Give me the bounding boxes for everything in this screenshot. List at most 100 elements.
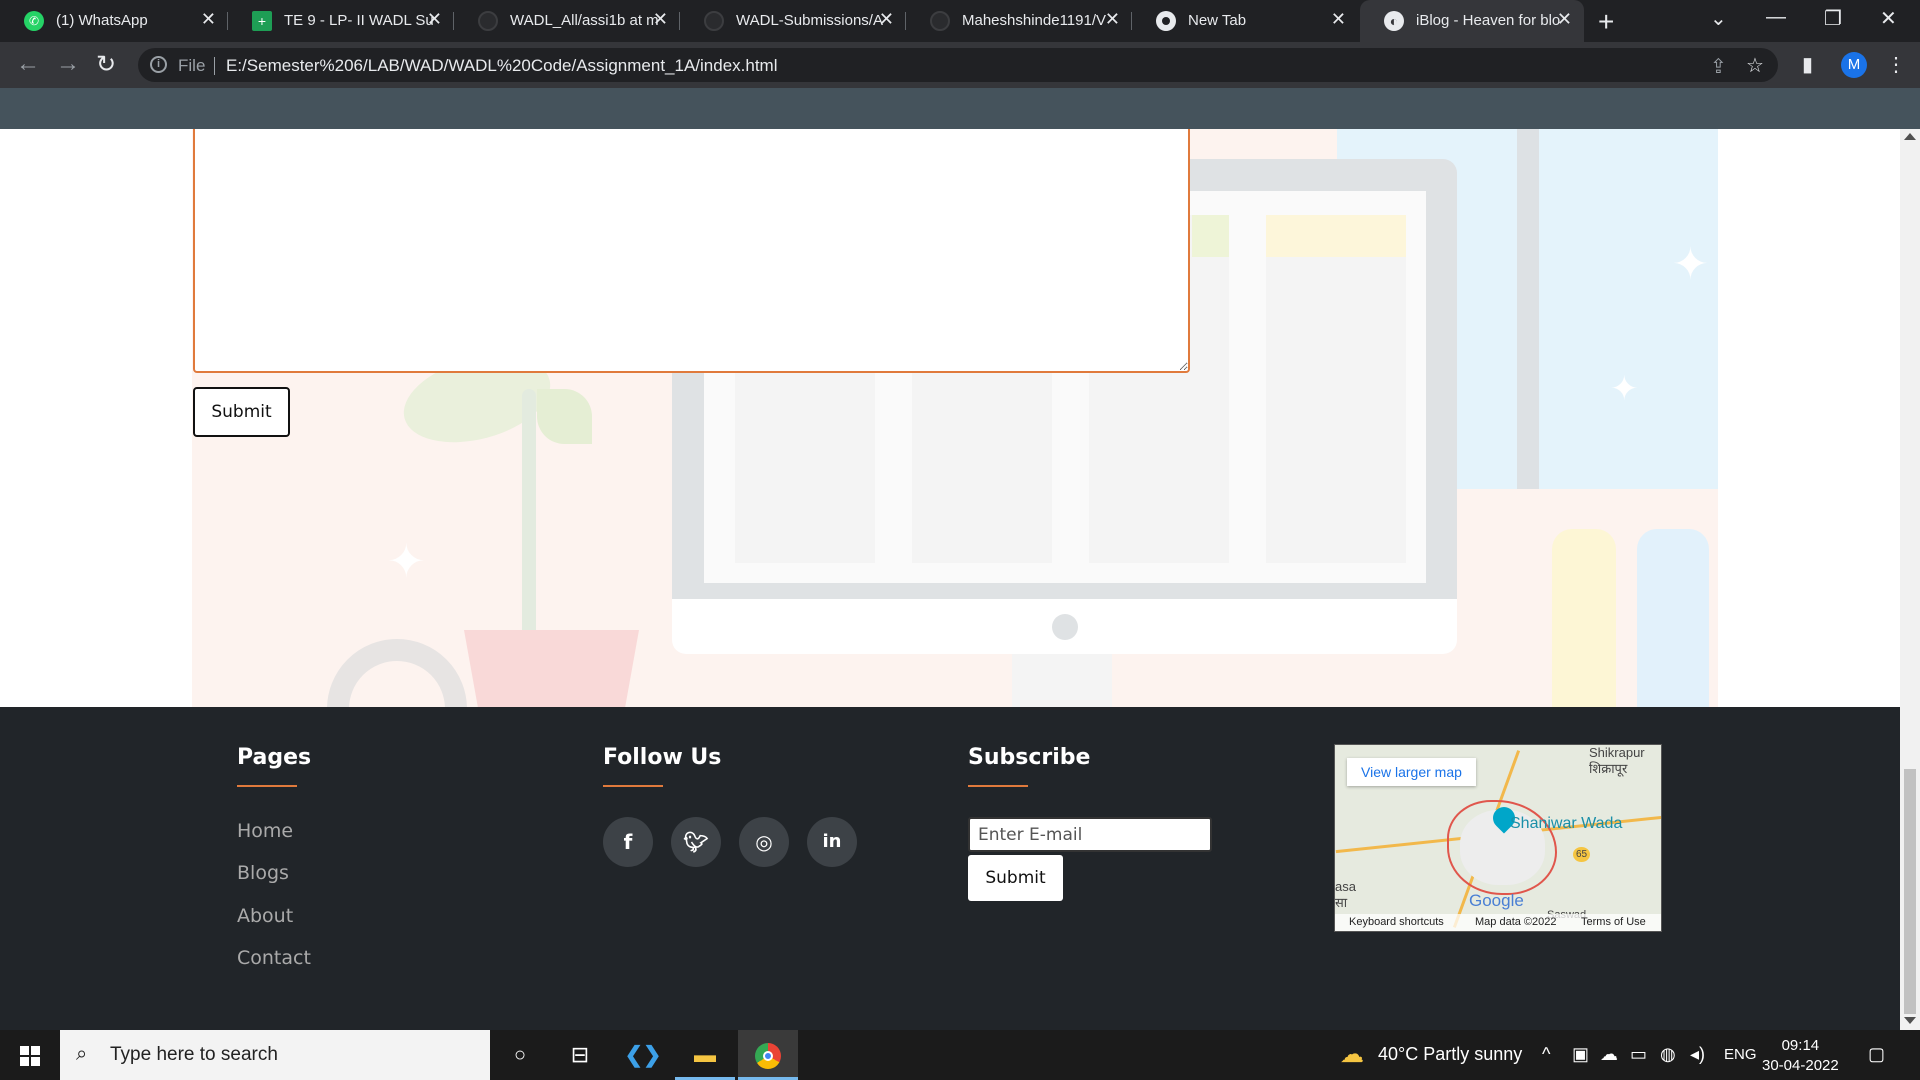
view-larger-map-link[interactable]: View larger map [1347,758,1476,786]
page-scrollbar[interactable] [1900,129,1920,1030]
footer-link-blogs[interactable]: Blogs [237,862,289,884]
onedrive-icon[interactable]: ☁ [1600,1044,1618,1065]
vscode-icon[interactable]: ❮❯ [613,1030,673,1080]
scrollbar-thumb[interactable] [1904,769,1916,1014]
battery-icon[interactable]: ▭ [1630,1044,1647,1065]
windows-start-icon[interactable] [20,1046,40,1066]
embedded-map[interactable]: Shaniwar Wada Shikrapur शिक्रापूर 65 asa… [1334,744,1662,932]
close-icon[interactable]: ✕ [1331,9,1346,30]
terms-of-use-link[interactable]: Terms of Use [1581,916,1646,928]
tab-github-2[interactable]: WADL-Submissions/A ✕ [680,0,906,42]
footer-link-home[interactable]: Home [237,820,293,842]
volume-icon[interactable]: ◂) [1690,1044,1705,1065]
google-logo: Google [1469,891,1524,910]
language-indicator[interactable]: ENG [1724,1046,1757,1063]
window-frame [1517,129,1539,489]
sparkle-icon: ✦ [1672,240,1709,289]
chrome-icon [1156,11,1176,31]
taskbar-search[interactable]: ⌕ Type here to search [60,1030,490,1080]
new-tab-button[interactable]: + [1598,6,1614,38]
map-town-label-local: शिक्रापूर [1589,761,1628,776]
cortana-icon[interactable]: ○ [490,1030,550,1080]
contact-section: ✦ ✦ ✦ Submit [0,129,1900,707]
instagram-icon[interactable]: ◎ [739,817,789,867]
map-town-label: Shikrapur [1589,745,1645,760]
footer-link-contact[interactable]: Contact [237,947,311,969]
monitor-column [1266,215,1406,563]
tab-github-3[interactable]: Maheshshinde1191/V ✕ [906,0,1132,42]
tab-title: WADL-Submissions/A [736,12,883,29]
menu-icon[interactable]: ⋮ [1886,52,1906,77]
forward-icon[interactable]: → [56,50,80,78]
footer-pages-heading: Pages [237,745,312,787]
bookmark-star-icon[interactable]: ☆ [1746,53,1764,78]
monitor-highlight [1192,215,1229,257]
map-area-label-local: सा [1335,895,1348,910]
tab-sheets[interactable]: + TE 9 - LP- II WADL Sul ✕ [228,0,454,42]
file-explorer-icon[interactable]: ▬ [675,1030,735,1080]
tab-iblog[interactable]: ◐ iBlog - Heaven for blo ✕ [1360,0,1584,42]
chevron-up-icon[interactable]: ^ [1542,1044,1550,1065]
windows-taskbar: ⌕ Type here to search ○ ⊟ ❮❯ ▬ ☁ 40°C Pa… [0,1030,1920,1080]
plant-leaf [537,389,592,444]
sparkle-icon: ✦ [387,535,426,587]
profile-avatar[interactable]: M [1841,52,1867,78]
github-icon [478,11,498,31]
tab-title: TE 9 - LP- II WADL Sul [284,12,434,29]
keyboard-shortcuts-link[interactable]: Keyboard shortcuts [1349,916,1444,928]
back-icon[interactable]: ← [16,50,40,78]
weather-text[interactable]: 40°C Partly sunny [1378,1044,1522,1065]
close-icon[interactable]: ✕ [879,9,894,30]
sparkle-icon: ✦ [1610,370,1639,408]
window-close-icon[interactable]: ✕ [1880,6,1897,31]
map-data-label: Map data ©2022 [1475,916,1557,928]
task-view-icon[interactable]: ⊟ [550,1030,610,1080]
facebook-icon[interactable]: f [603,817,653,867]
clock-time: 09:14 [1781,1037,1820,1054]
message-textarea[interactable] [193,129,1190,373]
subscribe-submit-button[interactable]: Submit [968,855,1063,901]
footer-link-about[interactable]: About [237,905,293,927]
tab-github-1[interactable]: WADL_All/assi1b at m ✕ [454,0,680,42]
address-bar[interactable]: i File E:/Semester%206/LAB/WAD/WADL%20Co… [138,48,1778,82]
tab-search-icon[interactable]: ⌄ [1710,6,1727,31]
weather-icon[interactable]: ☁ [1340,1040,1364,1069]
close-icon[interactable]: ✕ [1557,9,1572,30]
taskbar-clock[interactable]: 09:14 30-04-2022 [1762,1036,1839,1076]
close-icon[interactable]: ✕ [653,9,668,30]
minimize-icon[interactable]: — [1766,6,1786,29]
close-icon[interactable]: ✕ [1105,9,1120,30]
map-road-badge: 65 [1573,847,1591,862]
tab-title: WADL_All/assi1b at m [510,12,659,29]
map-place-label: Shaniwar Wada [1510,815,1623,832]
email-field[interactable] [968,817,1212,852]
network-icon[interactable]: ◍ [1660,1044,1676,1065]
map-attribution: Keyboard shortcuts Map data ©2022 Terms … [1335,914,1661,931]
submit-button[interactable]: Submit [193,387,290,437]
restore-icon[interactable]: ❐ [1824,6,1842,31]
clock-date: 30-04-2022 [1762,1057,1839,1074]
linkedin-icon[interactable]: in [807,817,857,867]
scroll-down-arrow[interactable] [1904,1017,1916,1024]
tab-title: New Tab [1188,12,1247,29]
chrome-taskbar-icon[interactable] [738,1030,798,1080]
sheets-icon: + [252,11,272,31]
info-icon[interactable]: i [150,56,167,73]
twitter-icon[interactable]: 🐦︎ [671,817,721,867]
close-icon[interactable]: ✕ [427,9,442,30]
reload-icon[interactable]: ↻ [96,50,116,79]
close-icon[interactable]: ✕ [201,9,216,30]
meet-now-icon[interactable]: ▣ [1572,1044,1589,1065]
monitor-stand [1012,654,1112,707]
notifications-icon[interactable]: ▢ [1868,1044,1885,1065]
tab-whatsapp[interactable]: ✆ (1) WhatsApp ✕ [0,0,228,42]
side-panel-icon[interactable]: ▮ [1802,52,1813,77]
globe-icon: ◐ [1384,11,1404,31]
url-text[interactable]: E:/Semester%206/LAB/WAD/WADL%20Code/Assi… [226,56,778,76]
tab-strip: ✆ (1) WhatsApp ✕ + TE 9 - LP- II WADL Su… [0,0,1920,42]
tab-new-tab[interactable]: New Tab ✕ [1132,0,1358,42]
monitor-highlight [1266,215,1406,257]
scroll-up-arrow[interactable] [1904,133,1916,140]
book-illustration [1637,529,1709,707]
share-icon[interactable]: ⇪ [1710,54,1727,79]
